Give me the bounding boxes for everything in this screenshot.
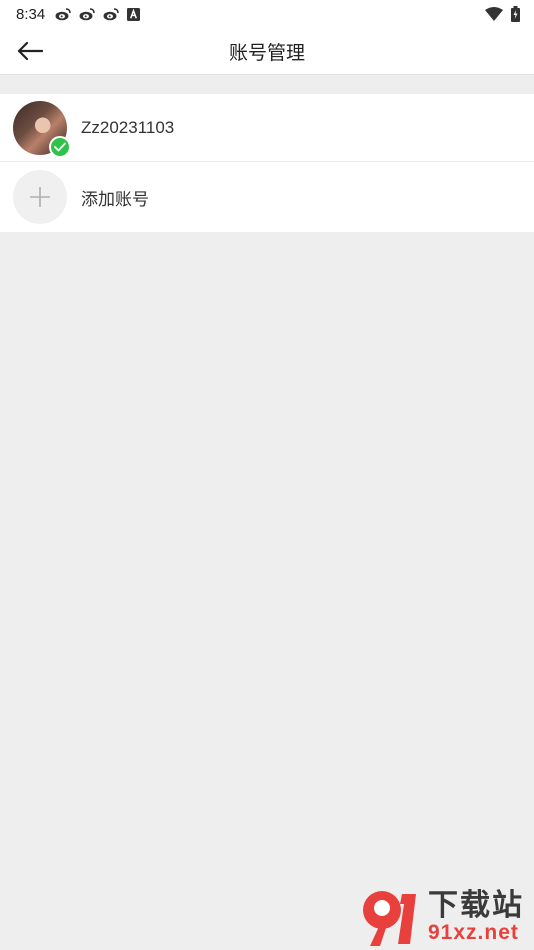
active-check-badge	[49, 135, 71, 158]
plus-icon	[30, 187, 50, 207]
weibo-icon	[79, 8, 96, 21]
add-account-row[interactable]: 添加账号	[0, 162, 534, 232]
add-account-button[interactable]	[13, 170, 67, 224]
wifi-icon	[485, 7, 503, 21]
account-name: Zz20231103	[81, 117, 175, 137]
weibo-icon	[103, 8, 120, 21]
status-icons-left	[55, 7, 141, 21]
status-time: 8:34	[16, 5, 46, 23]
status-bar: 8:34	[0, 0, 534, 28]
watermark-logo	[363, 891, 416, 946]
account-row[interactable]: Zz20231103	[0, 94, 534, 162]
weibo-icon	[55, 8, 72, 21]
avatar	[13, 100, 71, 158]
arrow-left-icon	[17, 41, 43, 61]
account-list: Zz20231103 添加账号	[0, 94, 534, 232]
status-icons-right	[485, 6, 520, 22]
check-icon	[54, 142, 66, 151]
app-bar: 账号管理	[0, 28, 534, 75]
watermark: 下载站 91xz.net	[360, 886, 530, 948]
watermark-text-top: 下载站	[428, 889, 524, 923]
back-button[interactable]	[14, 37, 46, 65]
watermark-text-bottom: 91xz.net	[428, 920, 519, 944]
add-account-label: 添加账号	[81, 189, 149, 209]
page-title: 账号管理	[228, 42, 305, 64]
a-icon	[127, 7, 141, 21]
battery-icon	[511, 6, 520, 22]
